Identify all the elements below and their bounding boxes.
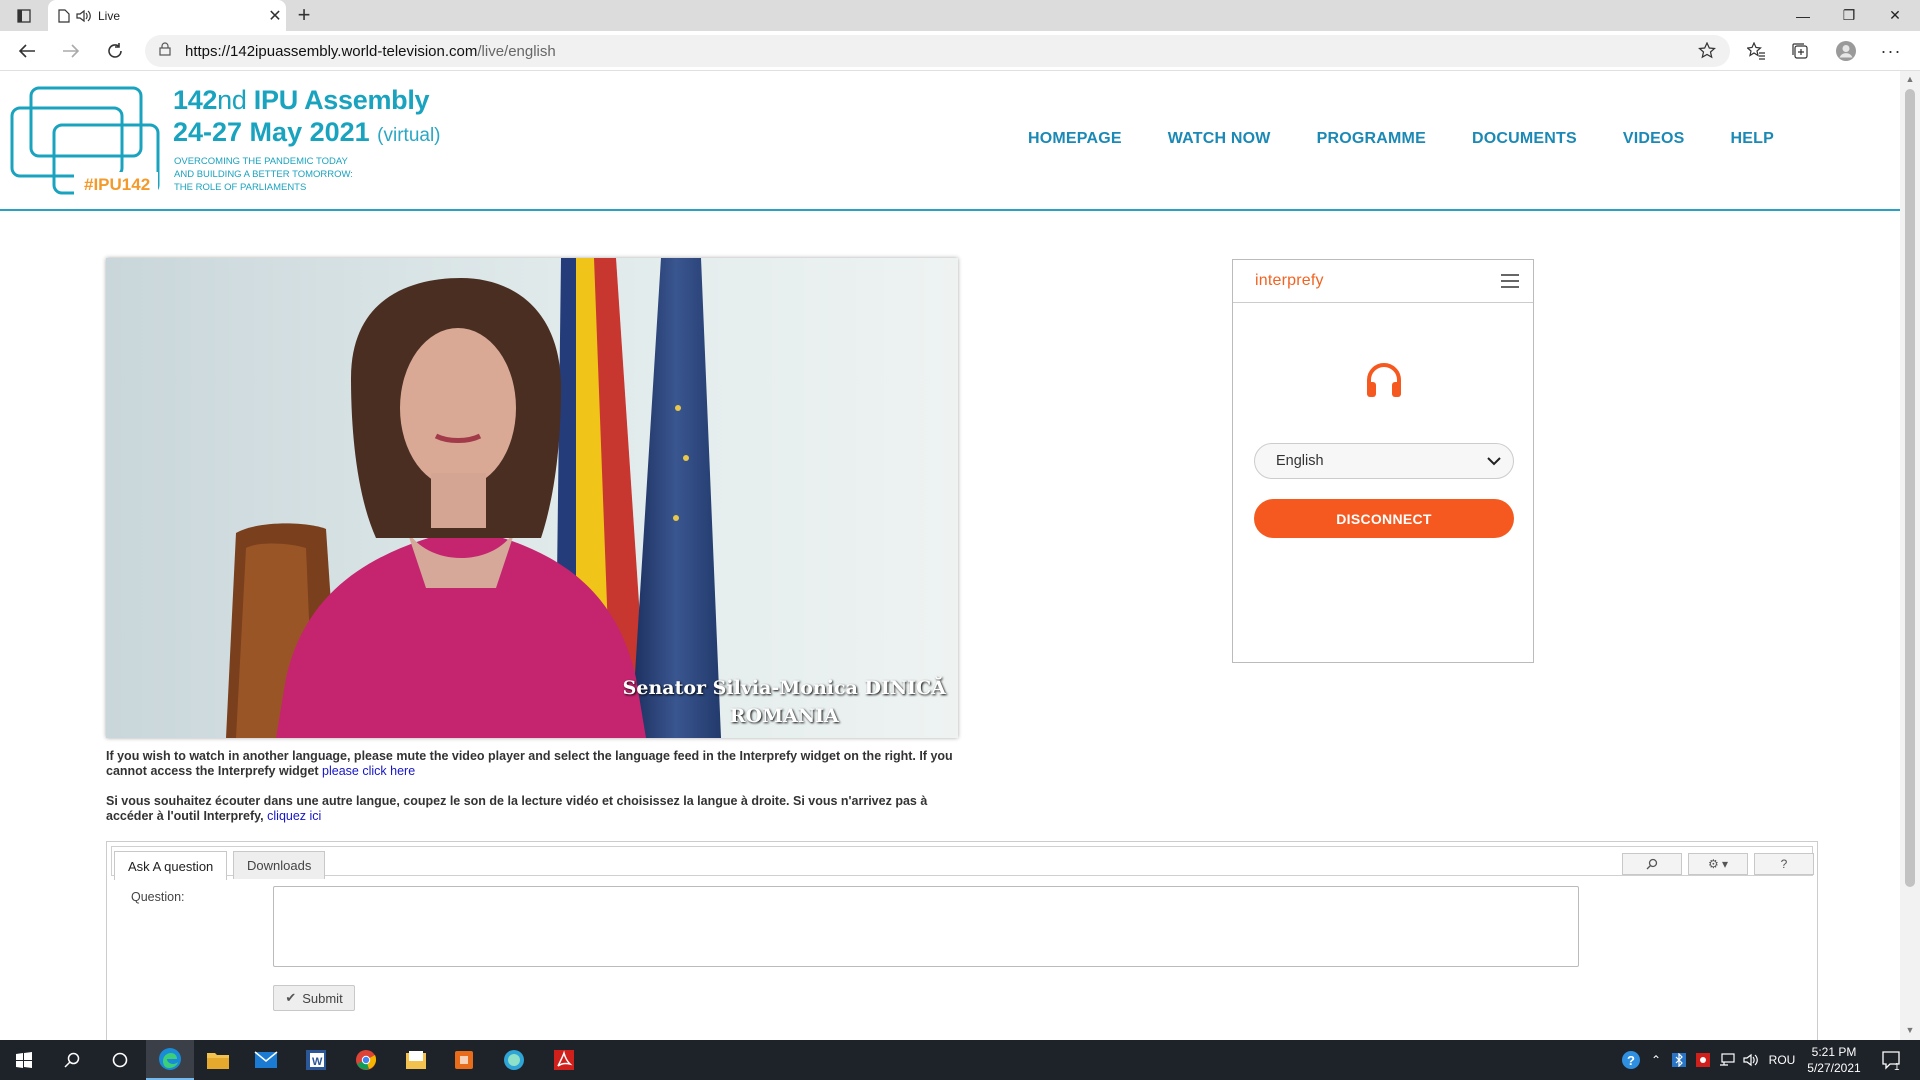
tray-chevron-up-icon[interactable]: ⌃	[1646, 1040, 1666, 1080]
browser-toolbar: https://142ipuassembly.world-television.…	[0, 31, 1920, 71]
search-icon[interactable]	[48, 1040, 96, 1080]
help-tray-icon[interactable]: ?	[1618, 1040, 1644, 1080]
browser-tabbar: Live ✕ + — ❐ ✕	[0, 0, 1920, 31]
settings-gear-icon[interactable]: ⚙ ▾	[1688, 853, 1748, 875]
notification-count: 1	[1894, 1062, 1900, 1073]
scroll-down-icon[interactable]: ▼	[1904, 1025, 1916, 1037]
tab-close-icon[interactable]: ✕	[264, 5, 286, 27]
add-favorite-icon[interactable]	[1698, 41, 1716, 65]
acrobat-icon[interactable]	[540, 1040, 588, 1080]
check-icon: ✔	[285, 990, 297, 1005]
chrome-icon[interactable]	[342, 1040, 390, 1080]
nav-help[interactable]: HELP	[1731, 130, 1774, 148]
speaker-caption: Senator Silvia-Monica DINICĂ ROMANIA	[622, 677, 946, 727]
input-language[interactable]: ROU	[1764, 1040, 1800, 1080]
chevron-down-icon	[1487, 457, 1501, 466]
back-icon[interactable]	[12, 37, 42, 65]
app-globe-icon[interactable]	[490, 1040, 538, 1080]
qa-panel: Ask A question Downloads ⚙ ▾ ? Question:…	[106, 841, 1818, 1040]
browser-tab[interactable]: Live ✕	[48, 0, 286, 31]
instructions-fr: Si vous souhaitez écouter dans une autre…	[106, 794, 928, 823]
taskbar-clock[interactable]: 5:21 PM 5/27/2021	[1802, 1044, 1866, 1076]
favorites-icon[interactable]	[1741, 37, 1771, 65]
cliquez-ici-link[interactable]: cliquez ici	[267, 809, 321, 823]
selected-language: English	[1276, 453, 1324, 469]
restore-icon[interactable]: ❐	[1826, 0, 1872, 31]
antivirus-tray-icon[interactable]	[1692, 1040, 1714, 1080]
instructions-en: If you wish to watch in another language…	[106, 749, 953, 778]
event-title: 142nd IPU Assembly	[173, 85, 430, 115]
svg-text:#IPU142: #IPU142	[84, 175, 150, 194]
speaker-icon[interactable]	[76, 9, 92, 23]
nav-documents[interactable]: DOCUMENTS	[1472, 130, 1577, 148]
collections-icon[interactable]	[1785, 37, 1815, 65]
main-nav: HOMEPAGE WATCH NOW PROGRAMME DOCUMENTS V…	[1028, 130, 1820, 148]
help-button[interactable]: ?	[1754, 853, 1814, 875]
scroll-up-icon[interactable]: ▲	[1904, 74, 1916, 86]
file-explorer-icon[interactable]	[194, 1040, 242, 1080]
refresh-icon[interactable]	[100, 37, 130, 65]
web-page: #IPU142 142nd IPU Assembly 24-27 May 202…	[0, 71, 1900, 1040]
profile-avatar-icon[interactable]	[1831, 37, 1861, 65]
address-bar[interactable]: https://142ipuassembly.world-television.…	[145, 35, 1730, 67]
event-tagline: Overcoming the pandemic today and buildi…	[174, 156, 353, 193]
network-tray-icon[interactable]	[1716, 1040, 1738, 1080]
windows-taskbar: W ? ⌃ ROU 5:21 PM 5/27/2021 1	[0, 1040, 1920, 1080]
forward-icon[interactable]	[56, 37, 86, 65]
qa-tabbar: Ask A question Downloads ⚙ ▾ ?	[111, 846, 1814, 880]
video-frame	[106, 258, 958, 738]
page-icon	[58, 8, 70, 23]
word-icon[interactable]: W	[292, 1040, 340, 1080]
notifications-icon[interactable]: 1	[1872, 1040, 1912, 1080]
clock-time: 5:21 PM	[1811, 1045, 1857, 1059]
volume-tray-icon[interactable]	[1740, 1040, 1762, 1080]
question-label: Question:	[131, 890, 185, 904]
submit-button[interactable]: ✔ Submit	[273, 985, 355, 1011]
more-options-icon[interactable]: ···	[1876, 37, 1906, 65]
minimize-icon[interactable]: —	[1780, 0, 1826, 31]
clock-date: 5/27/2021	[1807, 1061, 1861, 1075]
lock-icon[interactable]	[159, 41, 171, 61]
event-dates: 24-27 May 2021 (virtual)	[173, 117, 441, 147]
tab-downloads[interactable]: Downloads	[233, 851, 326, 879]
site-header: #IPU142 142nd IPU Assembly 24-27 May 202…	[0, 71, 1900, 211]
cortana-icon[interactable]	[96, 1040, 144, 1080]
page-scrollbar[interactable]: ▲ ▼	[1900, 71, 1920, 1040]
interprefy-logo: interprefy	[1255, 272, 1324, 289]
svg-text:?: ?	[1627, 1053, 1635, 1068]
notes-app-icon[interactable]	[392, 1040, 440, 1080]
presentation-app-icon[interactable]	[440, 1040, 488, 1080]
new-tab-button[interactable]: +	[292, 4, 316, 28]
nav-homepage[interactable]: HOMEPAGE	[1028, 130, 1122, 148]
interprefy-widget: interprefy English DISCONNECT	[1232, 259, 1534, 663]
bluetooth-tray-icon[interactable]	[1668, 1040, 1690, 1080]
url-text: https://142ipuassembly.world-television.…	[185, 42, 556, 60]
widget-header: interprefy	[1233, 260, 1533, 303]
svg-text:W: W	[312, 1056, 323, 1068]
edge-browser-icon[interactable]	[146, 1040, 194, 1080]
disconnect-button[interactable]: DISCONNECT	[1254, 499, 1514, 538]
ipu-logo[interactable]: #IPU142	[10, 85, 160, 197]
nav-videos[interactable]: VIDEOS	[1623, 130, 1685, 148]
video-player[interactable]: Senator Silvia-Monica DINICĂ ROMANIA	[106, 258, 958, 738]
nav-programme[interactable]: PROGRAMME	[1317, 130, 1426, 148]
hamburger-menu-icon[interactable]	[1501, 274, 1519, 288]
tab-ask-question[interactable]: Ask A question	[114, 851, 228, 880]
nav-watch-now[interactable]: WATCH NOW	[1168, 130, 1271, 148]
mail-icon[interactable]	[242, 1040, 290, 1080]
tab-actions-icon[interactable]	[10, 5, 38, 27]
start-windows-icon[interactable]	[0, 1040, 48, 1080]
scrollbar-thumb[interactable]	[1905, 89, 1915, 887]
language-select[interactable]: English	[1254, 443, 1514, 479]
question-input[interactable]	[273, 886, 1579, 967]
tab-title: Live	[98, 8, 121, 23]
language-instructions: If you wish to watch in another language…	[106, 749, 966, 839]
click-here-link[interactable]: please click here	[322, 764, 415, 778]
headphones-icon	[1367, 363, 1401, 397]
search-icon[interactable]	[1622, 853, 1682, 875]
window-close-icon[interactable]: ✕	[1872, 0, 1918, 31]
